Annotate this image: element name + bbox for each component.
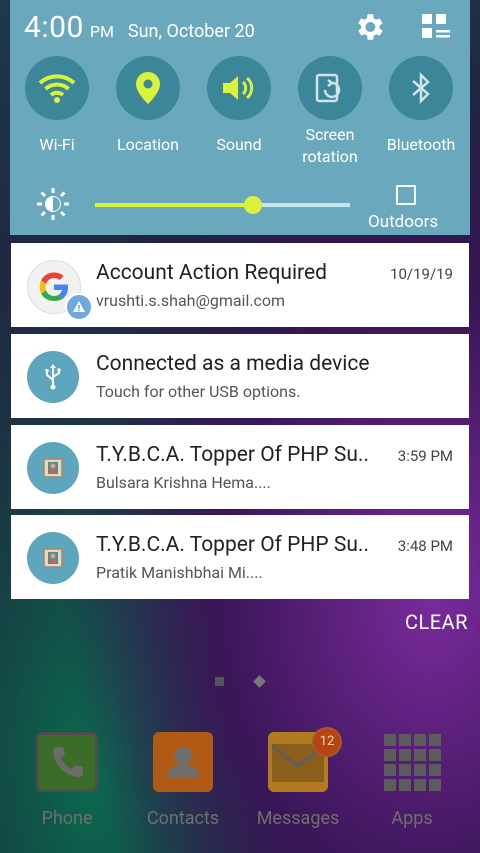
toggle-label: Sound [216,135,262,154]
notification-title: T.Y.B.C.A. Topper Of PHP Su.. [96,443,369,467]
brightness-icon [36,187,70,221]
notification-subtitle: Bulsara Krishna Hema.... [96,473,271,492]
dock-app-label: Apps [391,808,433,829]
messages-badge: 12 [312,727,342,757]
toggle-wifi[interactable]: Wi-Fi [12,56,102,156]
toggle-screen-rotation[interactable]: Screen rotation [285,56,375,168]
quick-toggles: Wi-Fi Location Sound Screen rotation Blu… [10,56,470,171]
notification-subtitle: Touch for other USB options. [96,382,301,401]
notification-subtitle: vrushti.s.shah@gmail.com [96,291,286,310]
status-row: 4:00 PM Sun, October 20 [24,10,255,50]
notification-title: T.Y.B.C.A. Topper Of PHP Su.. [96,533,369,557]
contacts-icon [153,732,213,792]
notification-time: 3:48 PM [397,537,453,555]
toggle-label: Location [117,135,179,154]
apps-grid-icon [382,732,442,792]
notification-usb[interactable]: Connected as a media device Touch for ot… [11,334,469,418]
rotation-icon [298,56,362,120]
page-dot [215,677,224,686]
usb-icon [27,351,79,403]
outdoors-checkbox[interactable] [396,185,416,205]
dock-app-label: Contacts [146,808,220,829]
toggle-label: Bluetooth [386,135,456,154]
dock-app-phone[interactable]: Phone [12,732,122,829]
wifi-icon [25,56,89,120]
dock-app-label: Messages [256,808,340,829]
brightness-row: Outdoors [10,180,470,235]
app-icon [27,532,79,584]
dock-app-contacts[interactable]: Contacts [128,732,238,829]
quick-settings-panel: 4:00 PM Sun, October 20 Wi-Fi Location S… [10,0,470,235]
notification-title: Account Action Required [96,261,327,285]
toggle-label: Screen rotation [302,125,358,166]
phone-icon [36,732,98,792]
notification-account[interactable]: Account Action Required vrushti.s.shah@g… [11,243,469,327]
brightness-thumb[interactable] [244,196,263,214]
toggle-label: Wi-Fi [39,135,75,154]
dock-app-label: Phone [41,808,93,829]
notification-message-1[interactable]: T.Y.B.C.A. Topper Of PHP Su.. Bulsara Kr… [11,425,469,509]
clear-button[interactable]: CLEAR [405,610,468,634]
edit-toggles-icon[interactable] [420,12,452,42]
clock-time: 4:00 [24,10,84,45]
dock-app-apps[interactable]: Apps [357,732,467,829]
location-icon [116,56,180,120]
notification-title: Connected as a media device [96,352,370,376]
sound-icon [207,56,271,120]
clock-ampm: PM [89,22,114,41]
notification-time: 3:59 PM [397,447,453,465]
outdoors-label: Outdoors [368,212,439,232]
toggle-sound[interactable]: Sound [194,56,284,156]
toggle-bluetooth[interactable]: Bluetooth [376,56,466,156]
notification-message-2[interactable]: T.Y.B.C.A. Topper Of PHP Su.. Pratik Man… [11,515,469,599]
bluetooth-icon [389,56,453,120]
notification-time: 10/19/19 [390,265,453,283]
toggle-location[interactable]: Location [103,56,193,156]
warning-badge-icon [65,293,93,321]
notification-subtitle: Pratik Manishbhai Mi.... [96,563,263,582]
date-label: Sun, October 20 [127,21,255,42]
brightness-fill [95,203,254,207]
app-icon [27,442,79,494]
brightness-slider[interactable] [95,196,350,214]
home-dock: Phone Contacts Messages Apps [0,720,480,850]
home-dot-icon [253,675,266,688]
settings-gear-icon[interactable] [352,10,386,44]
